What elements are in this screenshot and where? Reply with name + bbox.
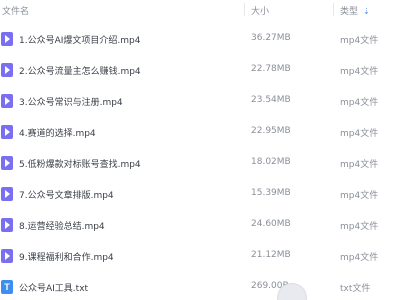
file-name[interactable]: 9.课程福利和合作.mp4 bbox=[19, 250, 114, 263]
text-file-icon bbox=[1, 280, 13, 294]
file-name[interactable]: 5.低粉爆款对标账号查找.mp4 bbox=[19, 157, 141, 170]
file-type: mp4文件 bbox=[340, 253, 379, 263]
file-row[interactable]: 2.公众号流量主怎么赚钱.mp4 22.78MB mp4文件 bbox=[0, 54, 399, 85]
file-type: txt文件 bbox=[340, 284, 371, 294]
file-row[interactable]: 5.低粉爆款对标账号查找.mp4 18.02MB mp4文件 bbox=[0, 147, 399, 178]
video-file-icon bbox=[1, 94, 13, 108]
video-file-icon bbox=[1, 125, 13, 139]
file-size: 22.95MB bbox=[251, 126, 291, 136]
video-file-icon bbox=[1, 249, 13, 263]
file-type: mp4文件 bbox=[340, 191, 379, 201]
file-row[interactable]: 1.公众号AI爆文项目介绍.mp4 36.27MB mp4文件 bbox=[0, 23, 399, 54]
file-type: mp4文件 bbox=[340, 160, 379, 170]
file-row[interactable]: 7.公众号文章排版.mp4 15.39MB mp4文件 bbox=[0, 178, 399, 209]
video-file-icon bbox=[1, 32, 13, 46]
file-name[interactable]: 2.公众号流量主怎么赚钱.mp4 bbox=[19, 64, 141, 77]
file-row[interactable]: 公众号AI工具.txt 269.00B txt文件 bbox=[0, 271, 399, 300]
video-file-icon bbox=[1, 218, 13, 232]
file-row[interactable]: 9.课程福利和合作.mp4 21.12MB mp4文件 bbox=[0, 240, 399, 271]
video-file-icon bbox=[1, 187, 13, 201]
file-name[interactable]: 4.赛道的选择.mp4 bbox=[19, 126, 96, 139]
file-size: 18.02MB bbox=[251, 157, 291, 167]
column-header-type-label: 类型 bbox=[340, 7, 359, 17]
file-type: mp4文件 bbox=[340, 222, 379, 232]
sort-icon[interactable]: ⇣ bbox=[363, 7, 370, 16]
video-file-icon bbox=[1, 156, 13, 170]
file-list-header: 文件名 大小 类型 ⇣ bbox=[0, 0, 399, 20]
column-header-name[interactable]: 文件名 bbox=[2, 4, 29, 17]
file-row[interactable]: 4.赛道的选择.mp4 22.95MB mp4文件 bbox=[0, 116, 399, 147]
file-type: mp4文件 bbox=[340, 36, 379, 46]
file-rows: 1.公众号AI爆文项目介绍.mp4 36.27MB mp4文件 2.公众号流量主… bbox=[0, 23, 399, 300]
file-name[interactable]: 8.运营经验总结.mp4 bbox=[19, 219, 105, 232]
column-divider[interactable] bbox=[333, 3, 334, 16]
file-name[interactable]: 7.公众号文章排版.mp4 bbox=[19, 188, 114, 201]
file-list: 文件名 大小 类型 ⇣ 1.公众号AI爆文项目介绍.mp4 36.27MB mp4… bbox=[0, 0, 399, 300]
file-size: 24.60MB bbox=[251, 219, 291, 229]
file-size: 21.12MB bbox=[251, 250, 291, 260]
file-type: mp4文件 bbox=[340, 67, 379, 77]
file-row[interactable]: 3.公众号常识与注册.mp4 23.54MB mp4文件 bbox=[0, 85, 399, 116]
column-header-type[interactable]: 类型 ⇣ bbox=[340, 4, 370, 17]
file-type: mp4文件 bbox=[340, 98, 379, 108]
file-size: 22.78MB bbox=[251, 64, 291, 74]
column-header-size[interactable]: 大小 bbox=[251, 4, 269, 17]
file-size: 23.54MB bbox=[251, 95, 291, 105]
file-name[interactable]: 公众号AI工具.txt bbox=[19, 281, 88, 294]
file-type: mp4文件 bbox=[340, 129, 379, 139]
file-size: 15.39MB bbox=[251, 188, 291, 198]
file-name[interactable]: 1.公众号AI爆文项目介绍.mp4 bbox=[19, 33, 140, 46]
file-name[interactable]: 3.公众号常识与注册.mp4 bbox=[19, 95, 123, 108]
file-row[interactable]: 8.运营经验总结.mp4 24.60MB mp4文件 bbox=[0, 209, 399, 240]
video-file-icon bbox=[1, 63, 13, 77]
column-divider[interactable] bbox=[244, 3, 245, 16]
file-size: 36.27MB bbox=[251, 33, 291, 43]
